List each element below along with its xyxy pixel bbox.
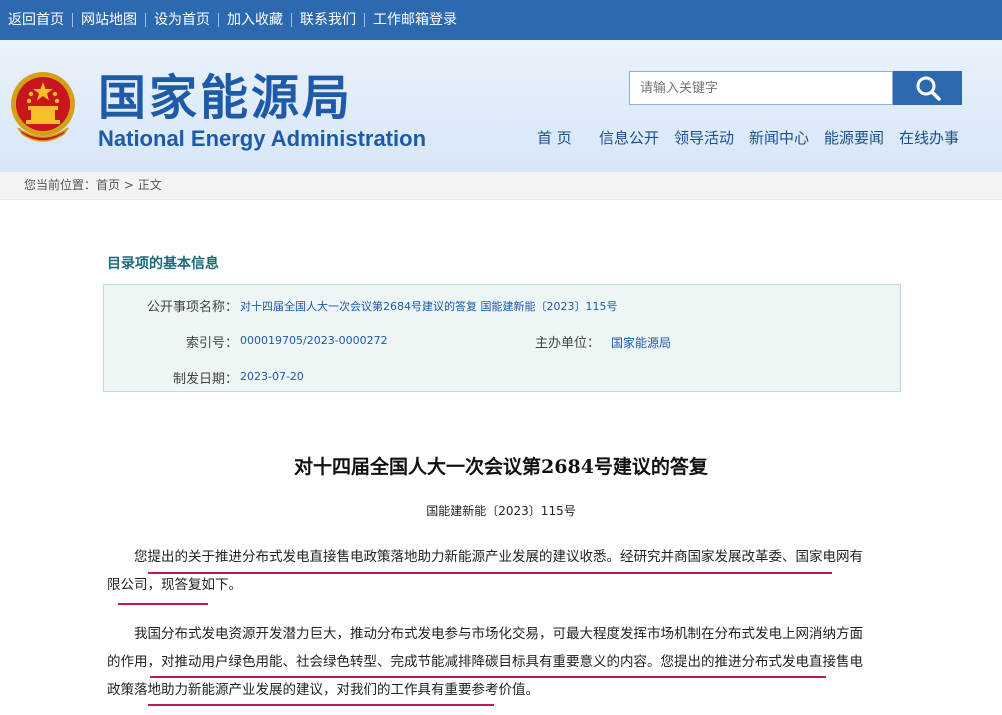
date-label: 制发日期： xyxy=(172,372,238,387)
top-link-set-home[interactable]: 设为首页 xyxy=(146,13,218,27)
paragraph-1-line-1: 您提出的关于推进分布式发电直接售电政策落地助力新能源产业发展的建议收悉。经研究并… xyxy=(134,549,863,565)
paragraph-2-line-2: 的作用，对推动用户绿色用能、社会绿色转型、完成节能减排降碳目标具有重要意义的内容… xyxy=(107,654,863,670)
top-link-mail-login[interactable]: 工作邮箱登录 xyxy=(365,13,465,27)
nav-item-leadership[interactable]: 领导活动 xyxy=(674,128,734,148)
nav-item-energy-news[interactable]: 能源要闻 xyxy=(824,128,884,148)
highlight-underline xyxy=(150,676,826,678)
paragraph-2-line-3: 政策落地助力新能源产业发展的建议，对我们的工作具有重要参考价值。 xyxy=(107,682,539,698)
nav-item-info-public[interactable]: 信息公开 xyxy=(599,128,659,148)
top-link-sitemap[interactable]: 网站地图 xyxy=(73,13,145,27)
search-input[interactable] xyxy=(629,71,893,105)
public-item-label: 公开事项名称： xyxy=(146,300,238,315)
paragraph-1-line-2: 限公司，现答复如下。 xyxy=(107,577,242,593)
breadcrumb: 您当前位置：首页 > 正文 xyxy=(0,172,1002,200)
date-value: 2023-07-20 xyxy=(240,370,304,383)
info-section-title: 目录项的基本信息 xyxy=(107,256,219,272)
breadcrumb-prefix: 您当前位置： xyxy=(24,178,97,192)
top-link-home[interactable]: 返回首页 xyxy=(0,13,72,27)
breadcrumb-current: 正文 xyxy=(137,178,162,192)
host-label: 主办单位： xyxy=(534,336,600,351)
host-value: 国家能源局 xyxy=(611,336,672,350)
document-title: 对十四届全国人大一次会议第2684号建议的答复 xyxy=(294,456,708,478)
public-item-value: 对十四届全国人大一次会议第2684号建议的答复 国能建新能〔2023〕115号 xyxy=(240,300,618,313)
search-button[interactable] xyxy=(893,71,962,105)
top-link-favorite[interactable]: 加入收藏 xyxy=(219,13,291,27)
index-label: 索引号： xyxy=(185,336,238,351)
top-utility-bar: 返回首页 网站地图 设为首页 加入收藏 联系我们 工作邮箱登录 xyxy=(0,0,1002,40)
breadcrumb-separator: > xyxy=(123,178,134,192)
nav-item-online-service[interactable]: 在线办事 xyxy=(899,128,959,148)
main-nav: 首 页 信息公开 领导活动 新闻中心 能源要闻 在线办事 xyxy=(0,128,1002,148)
breadcrumb-home-link[interactable]: 首页 xyxy=(96,178,120,192)
search-icon xyxy=(916,76,941,101)
brand-name-chinese[interactable]: 国家能源局 xyxy=(98,70,353,126)
highlight-underline xyxy=(148,704,494,706)
info-box: 公开事项名称： 对十四届全国人大一次会议第2684号建议的答复 国能建新能〔20… xyxy=(103,284,901,392)
highlight-underline xyxy=(148,572,832,574)
nav-item-home[interactable]: 首 页 xyxy=(537,128,572,148)
paragraph-2-line-1: 我国分布式发电资源开发潜力巨大，推动分布式发电参与市场化交易，可最大程度发挥市场… xyxy=(134,626,863,642)
index-value: 000019705/2023-0000272 xyxy=(240,334,388,347)
document-number: 国能建新能〔2023〕115号 xyxy=(426,504,576,518)
nav-item-news[interactable]: 新闻中心 xyxy=(749,128,809,148)
site-header: 国家能源局 National Energy Administration 首 页… xyxy=(0,40,1002,172)
highlight-underline xyxy=(118,603,208,605)
top-link-contact[interactable]: 联系我们 xyxy=(292,13,364,27)
